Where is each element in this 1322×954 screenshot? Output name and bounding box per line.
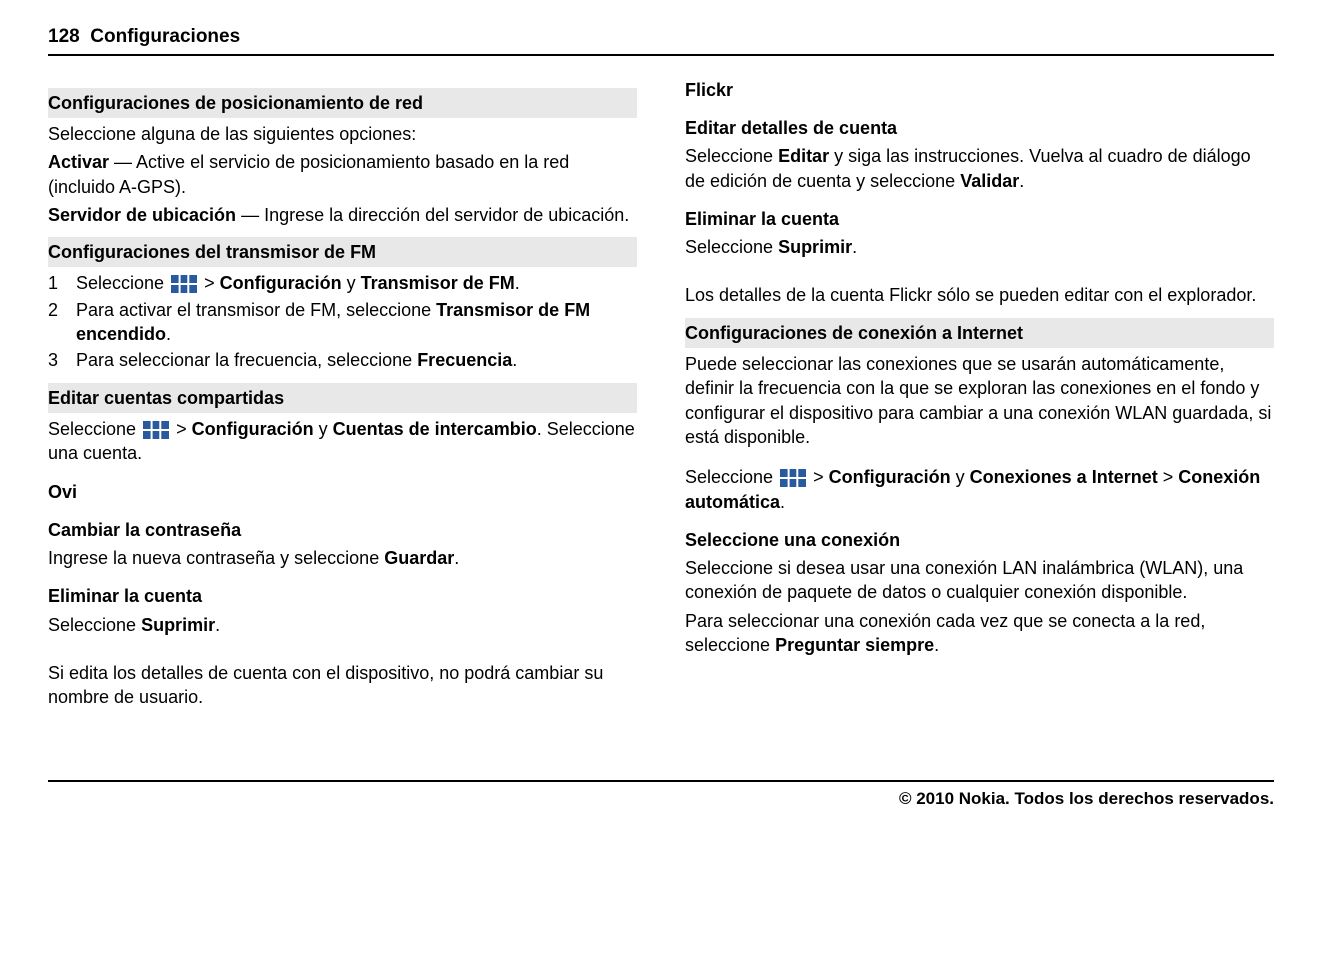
heading-ovi: Ovi [48,480,637,504]
bold-configuracion: Configuración [829,467,951,487]
activar-text: — Active el servicio de posicionamiento … [48,152,569,196]
shared-seleccione: Seleccione [48,419,136,439]
bold-editar: Editar [778,146,829,166]
bold-frecuencia: Frecuencia [417,350,512,370]
eliminar-seleccione: Seleccione [48,615,141,635]
bold-transmisor-fm: Transmisor de FM [361,273,515,293]
flickr-eliminar-seleccione: Seleccione [685,237,778,257]
flickr-note: Los detalles de la cuenta Flickr sólo se… [685,283,1274,307]
activar-label: Activar [48,152,109,172]
fm-steps: Seleccione > Configuración y Transmisor … [48,271,637,372]
heading-flickr-eliminar: Eliminar la cuenta [685,207,1274,231]
page-section: Configuraciones [90,26,240,47]
gt: > [813,467,824,487]
step1-seleccione: Seleccione [76,273,164,293]
sel2-pre: Para seleccionar una conexión cada vez q… [685,611,1205,655]
shared-path: Seleccione > Configuración y Cuentas de … [48,417,637,466]
gt: > [176,419,187,439]
y: y [347,273,356,293]
step3-pre: Para seleccionar la frecuencia, seleccio… [76,350,417,370]
bold-guardar: Guardar [384,548,454,568]
page-footer: © 2010 Nokia. Todos los derechos reserva… [48,780,1274,811]
y: y [319,419,328,439]
bold-configuracion: Configuración [192,419,314,439]
fm-step-1: Seleccione > Configuración y Transmisor … [48,271,637,295]
bold-configuracion: Configuración [220,273,342,293]
option-servidor: Servidor de ubicación — Ingrese la direc… [48,203,637,227]
flickr-editar-text: Seleccione Editar y siga las instruccion… [685,144,1274,193]
right-column: Flickr Editar detalles de cuenta Selecci… [685,78,1274,714]
heading-fm: Configuraciones del transmisor de FM [48,237,637,267]
apps-grid-icon [171,275,197,293]
gt: > [204,273,215,293]
ovi-note: Si edita los detalles de cuenta con el d… [48,661,637,710]
bold-validar: Validar [960,171,1019,191]
gt: > [1163,467,1174,487]
fm-step-3: Para seleccionar la frecuencia, seleccio… [48,348,637,372]
servidor-text: — Ingrese la dirección del servidor de u… [241,205,629,225]
option-activar: Activar — Active el servicio de posicion… [48,150,637,199]
bold-preguntar: Preguntar siempre [775,635,934,655]
bold-cuentas-intercambio: Cuentas de intercambio [333,419,537,439]
heading-eliminar-cuenta-left: Eliminar la cuenta [48,584,637,608]
internet-intro: Puede seleccionar las conexiones que se … [685,352,1274,449]
bold-suprimir: Suprimir [141,615,215,635]
internet-seleccione: Seleccione [685,467,773,487]
page-number: 128 [48,26,80,47]
heading-shared-accounts: Editar cuentas compartidas [48,383,637,413]
page-header: 128 Configuraciones [48,24,1274,56]
positioning-intro: Seleccione alguna de las siguientes opci… [48,122,637,146]
apps-grid-icon [143,421,169,439]
y: y [956,467,965,487]
heading-flickr: Flickr [685,78,1274,102]
sel-conexion-text2: Para seleccionar una conexión cada vez q… [685,609,1274,658]
sel-conexion-text: Seleccione si desea usar una conexión LA… [685,556,1274,605]
heading-cambiar-password: Cambiar la contraseña [48,518,637,542]
bold-suprimir: Suprimir [778,237,852,257]
flickr-seleccione: Seleccione [685,146,778,166]
fm-step-2: Para activar el transmisor de FM, selecc… [48,298,637,347]
left-column: Configuraciones de posicionamiento de re… [48,78,637,714]
heading-sel-conexion: Seleccione una conexión [685,528,1274,552]
servidor-label: Servidor de ubicación [48,205,236,225]
heading-positioning: Configuraciones de posicionamiento de re… [48,88,637,118]
step2-pre: Para activar el transmisor de FM, selecc… [76,300,436,320]
eliminar-text-left: Seleccione Suprimir. [48,613,637,637]
bold-conexiones-internet: Conexiones a Internet [970,467,1158,487]
heading-flickr-editar: Editar detalles de cuenta [685,116,1274,140]
heading-internet: Configuraciones de conexión a Internet [685,318,1274,348]
flickr-eliminar-text: Seleccione Suprimir. [685,235,1274,259]
content-columns: Configuraciones de posicionamiento de re… [48,78,1274,714]
cambiar-pre: Ingrese la nueva contraseña y seleccione [48,548,384,568]
cambiar-text: Ingrese la nueva contraseña y seleccione… [48,546,637,570]
apps-grid-icon [780,469,806,487]
internet-path: Seleccione > Configuración y Conexiones … [685,465,1274,514]
